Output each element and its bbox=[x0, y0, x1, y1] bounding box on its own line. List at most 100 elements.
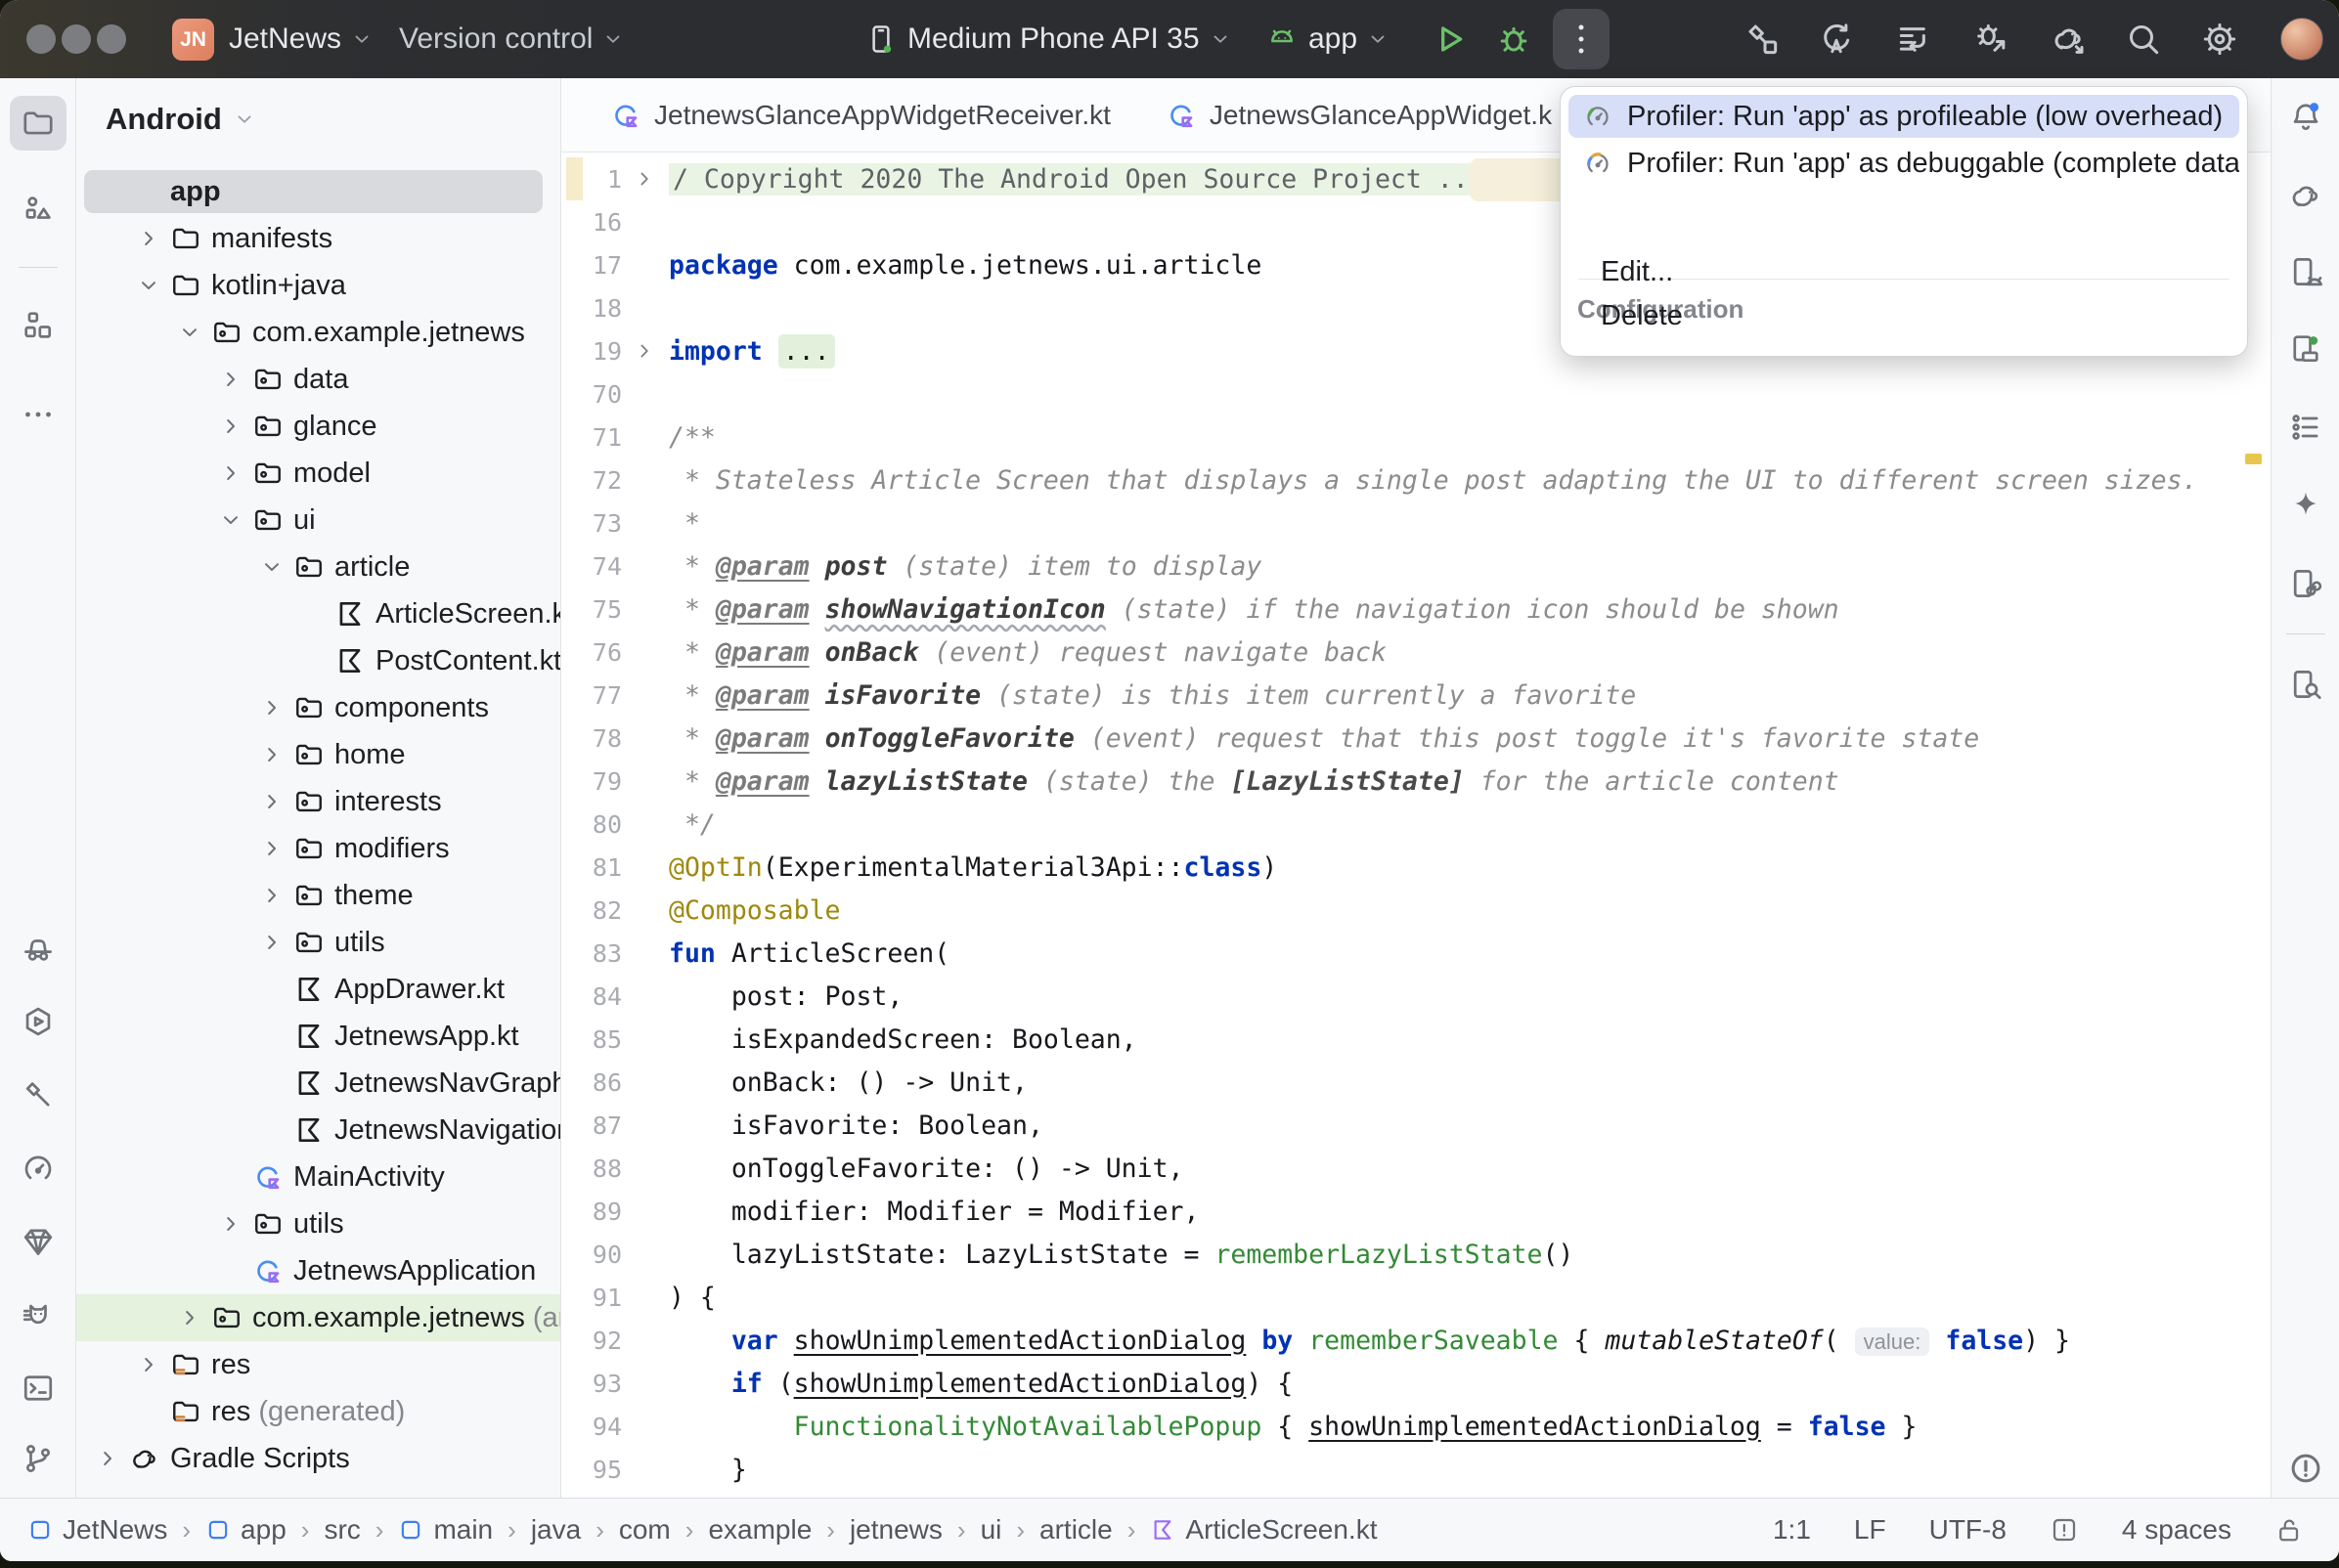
run-button[interactable] bbox=[1430, 20, 1469, 59]
caret-position-widget[interactable]: 1:1 bbox=[1773, 1514, 1811, 1546]
search-everywhere-button[interactable] bbox=[2124, 20, 2163, 59]
logcat-tool[interactable] bbox=[21, 1297, 56, 1332]
project-tool[interactable] bbox=[21, 106, 56, 141]
tree-item-com-example-jetnews[interactable]: com.example.jetnews (an bbox=[76, 1294, 560, 1341]
chevron-right-icon[interactable] bbox=[219, 414, 252, 439]
breadcrumb-item-article[interactable]: article bbox=[1039, 1514, 1113, 1546]
running-devices-tool[interactable] bbox=[2288, 331, 2323, 367]
tree-item-data[interactable]: data bbox=[76, 356, 560, 403]
inspection-status-icon[interactable] bbox=[2050, 1515, 2079, 1545]
breadcrumb-item-example[interactable]: example bbox=[708, 1514, 812, 1546]
tree-item-articlescreen-kt[interactable]: ArticleScreen.kt bbox=[76, 590, 560, 637]
more-tool-windows[interactable] bbox=[21, 397, 56, 432]
close-window-button[interactable] bbox=[26, 24, 56, 54]
breadcrumb-item-app[interactable]: app bbox=[205, 1514, 287, 1546]
attach-debugger-button[interactable] bbox=[1971, 20, 2010, 59]
editor-tab-jetnewsglanceappwidget-k[interactable]: JetnewsGlanceAppWidget.k bbox=[1138, 78, 1579, 152]
fold-arrow-icon[interactable] bbox=[634, 168, 669, 190]
structure-tool[interactable] bbox=[21, 308, 56, 343]
tree-item-res[interactable]: res bbox=[76, 1341, 560, 1388]
structure-tool-right[interactable] bbox=[2288, 410, 2323, 445]
app-quality-insights-tool[interactable] bbox=[21, 931, 56, 966]
chevron-down-icon[interactable] bbox=[260, 554, 293, 580]
project-view-selector[interactable]: Android bbox=[106, 94, 255, 145]
chevron-right-icon[interactable] bbox=[219, 1211, 252, 1237]
debug-button[interactable] bbox=[1494, 20, 1533, 59]
chevron-right-icon[interactable] bbox=[260, 883, 293, 908]
popup-action-edit[interactable]: Edit... bbox=[1561, 250, 2239, 293]
tree-item-res[interactable]: res (generated) bbox=[76, 1388, 560, 1435]
user-avatar[interactable] bbox=[2280, 18, 2323, 61]
tree-item-ui[interactable]: ui bbox=[76, 497, 560, 544]
device-manager-tool[interactable] bbox=[2288, 254, 2323, 289]
tree-item-modifiers[interactable]: modifiers bbox=[76, 825, 560, 872]
project-menu[interactable]: JetNews bbox=[229, 0, 373, 78]
layout-inspector-tool[interactable] bbox=[2288, 667, 2323, 702]
profiler-tool[interactable] bbox=[21, 1151, 56, 1186]
tree-item-manifests[interactable]: manifests bbox=[76, 215, 560, 262]
chevron-right-icon[interactable] bbox=[96, 1446, 129, 1471]
tree-item-jetnewsnavgraph-[interactable]: JetnewsNavGraph. bbox=[76, 1060, 560, 1107]
popup-action-delete[interactable]: Delete bbox=[1561, 294, 2239, 337]
tree-item-model[interactable]: model bbox=[76, 450, 560, 497]
minimize-window-button[interactable] bbox=[62, 24, 91, 54]
popup-item-profiler-profileable[interactable]: Profiler: Run 'app' as profileable (low … bbox=[1568, 95, 2239, 138]
apply-changes-button[interactable] bbox=[1817, 20, 1856, 59]
tree-item-home[interactable]: home bbox=[76, 731, 560, 778]
editor-tab-jetnewsglanceappwidgetreceiver-kt[interactable]: JetnewsGlanceAppWidgetReceiver.kt bbox=[583, 78, 1138, 152]
popup-item-profiler-debuggable[interactable]: Profiler: Run 'app' as debuggable (compl… bbox=[1568, 142, 2239, 185]
chevron-right-icon[interactable] bbox=[260, 695, 293, 720]
vcs-menu[interactable]: Version control bbox=[399, 0, 624, 78]
chevron-right-icon[interactable] bbox=[260, 789, 293, 814]
gemini-sparkle-tool[interactable] bbox=[2288, 488, 2323, 523]
more-run-options-button[interactable] bbox=[1553, 9, 1610, 69]
lock-open-icon[interactable] bbox=[2274, 1515, 2304, 1545]
build-button[interactable] bbox=[1743, 20, 1782, 59]
device-mirroring-tool[interactable] bbox=[2288, 566, 2323, 601]
tree-item-glance[interactable]: glance bbox=[76, 403, 560, 450]
chevron-right-icon[interactable] bbox=[260, 742, 293, 767]
breadcrumb-item-com[interactable]: com bbox=[619, 1514, 671, 1546]
notifications-tool[interactable] bbox=[2288, 100, 2323, 135]
settings-button[interactable] bbox=[2200, 20, 2239, 59]
chevron-down-icon[interactable] bbox=[219, 507, 252, 533]
gradle-sync-button[interactable] bbox=[2050, 20, 2089, 59]
tree-item-jetnewsapplication[interactable]: JetnewsApplication bbox=[76, 1247, 560, 1294]
tree-item-gradle-scripts[interactable]: Gradle Scripts bbox=[76, 1435, 560, 1482]
tree-item-utils[interactable]: utils bbox=[76, 919, 560, 966]
tree-item-com-example-jetnews[interactable]: com.example.jetnews bbox=[76, 309, 560, 356]
breadcrumb-item-jetnews[interactable]: jetnews bbox=[850, 1514, 943, 1546]
chevron-right-icon[interactable] bbox=[219, 367, 252, 392]
tree-item-app[interactable]: app bbox=[76, 168, 560, 215]
apply-code-changes-button[interactable] bbox=[1893, 20, 1932, 59]
breadcrumb-item-main[interactable]: main bbox=[398, 1514, 493, 1546]
device-selector[interactable]: Medium Phone API 35 bbox=[864, 0, 1231, 78]
breadcrumb-item-jetnews[interactable]: JetNews bbox=[27, 1514, 167, 1546]
tree-item-jetnewsapp-kt[interactable]: JetnewsApp.kt bbox=[76, 1013, 560, 1060]
gemini-tool[interactable] bbox=[21, 1224, 56, 1259]
gradle-tool[interactable] bbox=[2288, 178, 2323, 213]
chevron-down-icon[interactable] bbox=[178, 320, 211, 345]
breadcrumb-item-ui[interactable]: ui bbox=[981, 1514, 1002, 1546]
tree-item-theme[interactable]: theme bbox=[76, 872, 560, 919]
zoom-window-button[interactable] bbox=[97, 24, 126, 54]
run-configuration-selector[interactable]: app bbox=[1265, 0, 1389, 78]
breadcrumb-item-articlescreen-kt[interactable]: ArticleScreen.kt bbox=[1150, 1514, 1377, 1546]
tree-item-utils[interactable]: utils bbox=[76, 1200, 560, 1247]
fold-arrow-icon[interactable] bbox=[634, 340, 669, 362]
problems-tool[interactable] bbox=[2288, 1451, 2323, 1486]
chevron-right-icon[interactable] bbox=[178, 1305, 211, 1330]
tree-item-kotlin-java[interactable]: kotlin+java bbox=[76, 262, 560, 309]
tree-item-article[interactable]: article bbox=[76, 544, 560, 590]
version-control-tool[interactable] bbox=[21, 1441, 56, 1476]
chevron-right-icon[interactable] bbox=[260, 930, 293, 955]
resource-manager-tool[interactable] bbox=[21, 192, 56, 227]
tree-item-appdrawer-kt[interactable]: AppDrawer.kt bbox=[76, 966, 560, 1013]
tree-item-interests[interactable]: interests bbox=[76, 778, 560, 825]
tree-item-components[interactable]: components bbox=[76, 684, 560, 731]
chevron-down-icon[interactable] bbox=[137, 273, 170, 298]
tree-item-jetnewsnavigation[interactable]: JetnewsNavigation bbox=[76, 1107, 560, 1154]
breadcrumb-item-src[interactable]: src bbox=[324, 1514, 360, 1546]
encoding-widget[interactable]: UTF-8 bbox=[1929, 1514, 2007, 1546]
tree-item-mainactivity[interactable]: MainActivity bbox=[76, 1154, 560, 1200]
